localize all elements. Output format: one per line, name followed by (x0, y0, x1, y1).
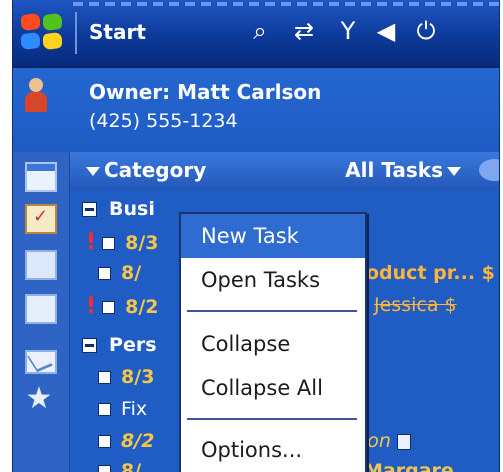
group-header-business[interactable]: Busi (82, 198, 155, 230)
task-title: Margare... (364, 460, 476, 472)
task-checkbox[interactable] (98, 403, 111, 416)
collapse-icon[interactable] (82, 202, 97, 217)
task-row[interactable]: 8/ (98, 262, 141, 294)
collapse-icon[interactable] (82, 338, 97, 353)
task-row[interactable]: ! 8/3 (86, 230, 159, 262)
task-title: ion (362, 430, 411, 462)
sync-icon[interactable]: ⇄ (289, 16, 319, 46)
category-bar: Category All Tasks (70, 152, 499, 191)
owner-phone: (425) 555-1234 (89, 110, 238, 132)
task-title: Fix (121, 398, 148, 420)
task-checkbox[interactable] (98, 371, 111, 384)
scroll-indicator-icon[interactable] (479, 159, 499, 181)
title-bar: Start ⌕ ⇄ Y ◀ ⏻ (13, 0, 499, 68)
task-checkbox[interactable] (102, 237, 116, 250)
task-due: 8/3 (125, 232, 159, 254)
contacts-icon[interactable] (25, 250, 57, 280)
menu-open-tasks[interactable]: Open Tasks (181, 258, 365, 302)
task-due: 8/ (121, 262, 142, 284)
task-due: 8/2 (121, 430, 155, 452)
group-title: Pers (109, 334, 157, 356)
task-row-completed[interactable]: ! 8/2 (86, 294, 159, 326)
owner-info: Owner: Matt Carlson (425) 555-1234 (13, 68, 499, 152)
menu-collapse[interactable]: Collapse (181, 322, 365, 366)
speaker-icon[interactable]: ◀ (371, 16, 401, 46)
menu-separator (187, 418, 357, 420)
task-due: 8/3 (121, 366, 155, 388)
task-row[interactable]: 8/3 (98, 366, 154, 398)
group-header-personal[interactable]: Pers (82, 334, 157, 366)
notes-icon[interactable] (25, 294, 57, 324)
menu-separator (187, 310, 357, 312)
tasks-icon[interactable] (25, 204, 57, 234)
category-dropdown[interactable]: Category (82, 158, 206, 182)
chevron-down-icon (86, 167, 100, 176)
start-label[interactable]: Start (89, 20, 146, 44)
priority-high-icon: ! (86, 294, 97, 319)
category-label: Category (104, 158, 207, 182)
task-title: oduct pr... $ (366, 262, 495, 284)
task-checkbox[interactable] (98, 465, 111, 472)
menu-options[interactable]: Options... (181, 428, 365, 472)
owner-name: Owner: Matt Carlson (89, 80, 322, 104)
today-rail: ★ (13, 152, 70, 472)
chevron-down-icon (447, 167, 461, 176)
title-separator (75, 12, 77, 54)
menu-collapse-all[interactable]: Collapse All (181, 366, 365, 410)
task-checkbox-checked[interactable] (102, 301, 116, 314)
filter-dropdown[interactable]: All Tasks (345, 158, 465, 182)
context-menu: New Task Open Tasks Collapse Collapse Al… (179, 212, 367, 472)
group-title: Busi (109, 198, 155, 220)
task-checkbox[interactable] (98, 267, 111, 280)
mail-icon[interactable] (25, 350, 57, 374)
task-row[interactable]: 8/ (98, 460, 141, 472)
windows-start-icon[interactable] (21, 12, 67, 54)
task-due: 8/ (121, 460, 142, 472)
owner-avatar-icon (23, 78, 49, 114)
task-checkbox[interactable] (98, 435, 111, 448)
menu-new-task[interactable]: New Task (181, 214, 365, 258)
favorites-star-icon[interactable]: ★ (25, 384, 53, 414)
task-row[interactable]: 8/2 (98, 430, 154, 462)
calendar-icon[interactable] (25, 162, 57, 192)
signal-icon[interactable]: Y (333, 16, 363, 46)
power-icon[interactable]: ⏻ (411, 16, 441, 46)
task-due: 8/2 (125, 296, 159, 318)
filter-label: All Tasks (345, 158, 443, 182)
task-title: Jessica $ (374, 294, 457, 316)
priority-high-icon: ! (86, 230, 97, 255)
search-icon[interactable]: ⌕ (245, 16, 275, 46)
note-icon (397, 433, 411, 450)
title-bar-pattern (73, 2, 499, 6)
task-row[interactable]: Fix (98, 398, 147, 430)
device-screen: Start ⌕ ⇄ Y ◀ ⏻ Owner: Matt Carlson (425… (12, 0, 500, 472)
